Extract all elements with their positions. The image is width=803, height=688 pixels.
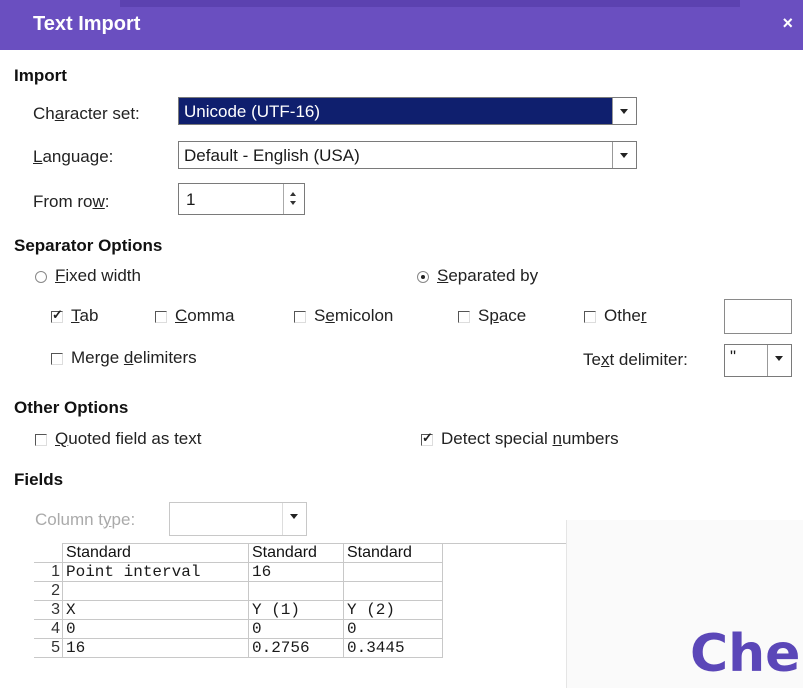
fixed-width-radio[interactable] <box>35 271 47 283</box>
titlebar-strip <box>120 0 740 7</box>
charset-select[interactable]: Unicode (UTF-16) <box>178 97 637 125</box>
tab-label[interactable]: Tab <box>71 306 98 326</box>
separator-heading: Separator Options <box>14 236 163 255</box>
comma-checkbox[interactable] <box>155 311 167 323</box>
dialog-title: Text Import <box>33 13 141 35</box>
close-icon[interactable]: × <box>782 13 793 34</box>
spin-up-icon[interactable] <box>290 192 296 196</box>
merge-delimiters-checkbox[interactable] <box>51 353 63 365</box>
merge-delimiters-label[interactable]: Merge delimiters <box>71 348 197 368</box>
table-header-row: Standard Standard Standard <box>34 543 443 563</box>
separated-by-radio[interactable] <box>417 271 429 283</box>
detect-numbers-label[interactable]: Detect special numbers <box>441 429 619 449</box>
row-number: 4 <box>34 619 63 639</box>
charset-value: Unicode (UTF-16) <box>184 102 321 121</box>
column-type-select[interactable] <box>169 502 307 536</box>
table-cell[interactable]: 0.2756 <box>248 638 344 658</box>
fixed-width-label[interactable]: Fixed width <box>55 266 141 286</box>
table-cell[interactable]: Y (1) <box>248 600 344 620</box>
table-row: 1 Point interval 16 <box>34 562 443 582</box>
charset-label: Character set: <box>33 104 140 123</box>
row-number: 5 <box>34 638 63 658</box>
text-delimiter-select[interactable]: " <box>724 344 792 377</box>
table-cell[interactable]: 0 <box>343 619 443 639</box>
detect-numbers-checkbox[interactable] <box>421 430 433 446</box>
fields-preview-table[interactable]: Standard Standard Standard 1 Point inter… <box>34 543 443 658</box>
dialog-titlebar[interactable]: Text Import × <box>0 0 803 50</box>
table-cell[interactable]: 16 <box>62 638 249 658</box>
fields-heading: Fields <box>14 470 64 489</box>
semicolon-label[interactable]: Semicolon <box>314 306 393 326</box>
grid-header-line <box>430 543 570 544</box>
language-select[interactable]: Default - English (USA) <box>178 141 637 169</box>
other-label[interactable]: Other <box>604 306 647 326</box>
language-value: Default - English (USA) <box>184 146 360 165</box>
table-cell[interactable] <box>343 562 443 582</box>
table-row: 3 X Y (1) Y (2) <box>34 600 443 620</box>
fromrow-value: 1 <box>186 190 196 209</box>
chevron-down-icon[interactable] <box>282 503 306 535</box>
table-row: 2 <box>34 581 443 601</box>
text-delimiter-value: " <box>730 347 737 366</box>
quoted-field-checkbox[interactable] <box>35 434 47 446</box>
table-cell[interactable] <box>343 581 443 601</box>
semicolon-checkbox[interactable] <box>294 311 306 323</box>
corner-cell <box>34 543 63 563</box>
space-label[interactable]: Space <box>478 306 526 326</box>
table-cell[interactable]: 16 <box>248 562 344 582</box>
column-header[interactable]: Standard <box>62 543 249 563</box>
table-row: 4 0 0 0 <box>34 619 443 639</box>
chevron-down-icon[interactable] <box>612 142 636 168</box>
table-cell[interactable]: X <box>62 600 249 620</box>
fromrow-spinner[interactable]: 1 <box>178 183 305 215</box>
comma-label[interactable]: Comma <box>175 306 235 326</box>
other-checkbox[interactable] <box>584 311 596 323</box>
column-header[interactable]: Standard <box>248 543 344 563</box>
row-number: 3 <box>34 600 63 620</box>
spinner-buttons[interactable] <box>283 184 304 214</box>
spin-down-icon[interactable] <box>290 201 296 205</box>
table-row: 5 16 0.2756 0.3445 <box>34 638 443 658</box>
table-cell[interactable]: Point interval <box>62 562 249 582</box>
other-separator-input[interactable] <box>724 299 792 334</box>
quoted-field-label[interactable]: Quoted field as text <box>55 429 202 449</box>
chevron-down-icon[interactable] <box>767 345 791 376</box>
table-cell[interactable]: Y (2) <box>343 600 443 620</box>
fromrow-label: From row: <box>33 192 110 211</box>
space-checkbox[interactable] <box>458 311 470 323</box>
column-type-label: Column type: <box>35 510 136 529</box>
table-cell[interactable] <box>62 581 249 601</box>
column-header[interactable]: Standard <box>343 543 443 563</box>
table-cell[interactable]: 0.3445 <box>343 638 443 658</box>
row-number: 1 <box>34 562 63 582</box>
tab-checkbox[interactable] <box>51 307 63 323</box>
separated-by-label[interactable]: Separated by <box>437 266 538 286</box>
import-heading: Import <box>14 66 67 85</box>
table-cell[interactable] <box>248 581 344 601</box>
row-number: 2 <box>34 581 63 601</box>
table-cell[interactable]: 0 <box>62 619 249 639</box>
other-options-heading: Other Options <box>14 398 129 417</box>
chevron-down-icon[interactable] <box>612 98 636 124</box>
language-label: Language: <box>33 147 114 166</box>
text-delimiter-label: Text delimiter: <box>583 350 688 369</box>
table-cell[interactable]: 0 <box>248 619 344 639</box>
overlay-text: Che <box>690 624 801 684</box>
